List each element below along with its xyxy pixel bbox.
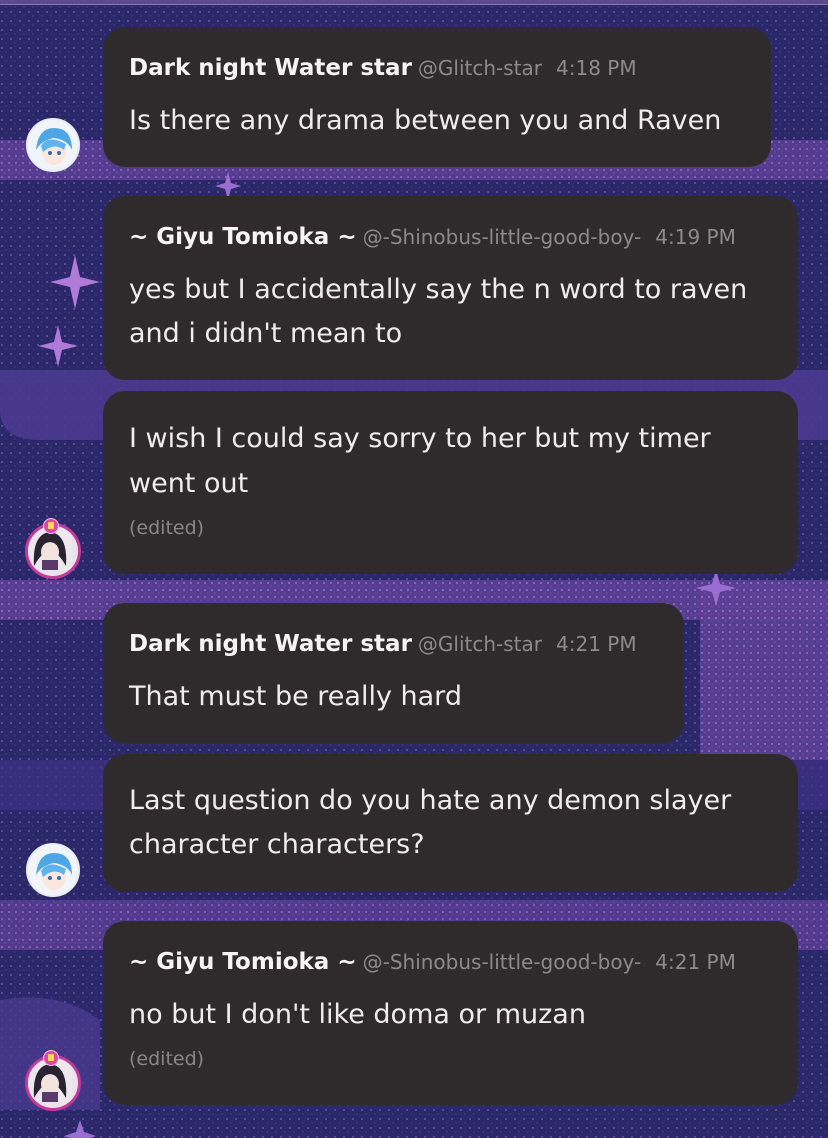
message-text: Is there any drama between you and Raven (129, 105, 722, 136)
timestamp: 4:21 PM (556, 632, 637, 656)
edited-label: (edited) (129, 517, 205, 539)
crown-badge-icon (43, 1050, 59, 1066)
message-text-line: Last question do you hate any demon slay… (129, 785, 732, 816)
crown-badge-icon (43, 518, 59, 534)
message-bubble[interactable]: Dark night Water star @Glitch-star 4:18 PM… (103, 27, 771, 167)
timestamp: 4:18 PM (556, 56, 637, 80)
blue-hair-avatar-icon (28, 845, 78, 895)
message-bubble[interactable]: ~ Giyu Tomioka ~ @-Shinobus-little-good-b… (103, 196, 798, 380)
timestamp: 4:21 PM (655, 950, 736, 974)
avatar[interactable] (26, 843, 80, 897)
blue-hair-avatar-icon (28, 120, 78, 170)
author-name[interactable]: ~ Giyu Tomioka ~ (129, 224, 357, 250)
message-bubble[interactable]: Last question do you hate any demon slay… (103, 754, 798, 892)
message-text: no but I don't like doma or muzan (129, 999, 586, 1030)
author-name[interactable]: Dark night Water star (129, 55, 412, 81)
message-text-line: I wish I could say sorry to her but my t… (129, 423, 711, 454)
author-handle: @Glitch-star (417, 632, 543, 656)
author-handle: @-Shinobus-little-good-boy- (362, 225, 642, 249)
author-name[interactable]: Dark night Water star (129, 631, 412, 657)
message-bubble[interactable]: ~ Giyu Tomioka ~ @-Shinobus-little-good-b… (103, 921, 798, 1105)
message-bubble[interactable]: I wish I could say sorry to her but my t… (103, 391, 798, 574)
top-divider (0, 0, 828, 5)
avatar[interactable] (26, 118, 80, 172)
message-text-line: went out (129, 468, 249, 499)
message-text-line: character characters? (129, 829, 425, 860)
message-text-line: yes but I accidentally say the n word to… (129, 274, 748, 305)
message-text: That must be really hard (129, 681, 462, 712)
author-handle: @-Shinobus-little-good-boy- (362, 950, 642, 974)
author-name[interactable]: ~ Giyu Tomioka ~ (129, 949, 357, 975)
message-header: Dark night Water star @Glitch-star 4:21 PM (129, 631, 637, 657)
message-bubble[interactable]: Dark night Water star @Glitch-star 4:21 PM… (103, 603, 684, 743)
message-header: ~ Giyu Tomioka ~ @-Shinobus-little-good-b… (129, 949, 736, 975)
message-header: ~ Giyu Tomioka ~ @-Shinobus-little-good-b… (129, 224, 736, 250)
message-header: Dark night Water star @Glitch-star 4:18 PM (129, 55, 637, 81)
edited-label: (edited) (129, 1048, 205, 1070)
message-text-line: and i didn't mean to (129, 318, 403, 349)
timestamp: 4:19 PM (655, 225, 736, 249)
author-handle: @Glitch-star (417, 56, 543, 80)
